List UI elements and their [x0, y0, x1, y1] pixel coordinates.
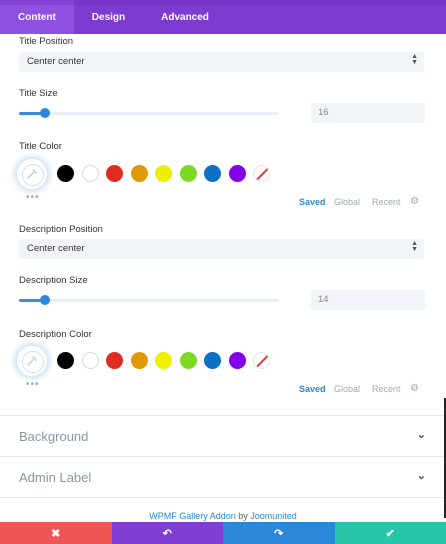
select-arrows-icon: ▲ ▼	[411, 240, 418, 253]
author-link[interactable]: Joomunited	[250, 511, 297, 521]
description-color-label: Description Color	[19, 329, 92, 340]
footer-by: by	[235, 511, 251, 521]
description-color-swatch[interactable]	[228, 352, 246, 369]
title-size-slider-thumb[interactable]	[39, 108, 50, 118]
title-color-swatch[interactable]	[81, 165, 99, 182]
title-size-slider[interactable]	[19, 108, 278, 118]
title-palette-saved[interactable]: Saved	[299, 197, 326, 207]
description-position-label: Description Position	[19, 224, 103, 235]
description-size-slider-thumb[interactable]	[39, 295, 50, 305]
description-color-swatch[interactable]	[81, 352, 99, 369]
description-color-more-icon[interactable]: •••	[26, 379, 40, 390]
close-icon: ✖	[51, 527, 61, 540]
title-color-swatch[interactable]	[155, 165, 172, 182]
title-palette-gear-icon[interactable]: ⚙	[410, 196, 419, 207]
description-size-input[interactable]: 14	[311, 290, 425, 310]
title-position-label: Title Position	[19, 36, 74, 47]
undo-button[interactable]: ↶	[111, 522, 223, 544]
tab-content[interactable]: Content	[0, 0, 74, 34]
description-palette-recent[interactable]: Recent	[372, 384, 401, 394]
description-position-select[interactable]: Center center ▲ ▼	[19, 239, 424, 259]
modal-action-bar: ✖ ↶ ↷ ✔	[0, 522, 446, 544]
title-color-swatch[interactable]	[228, 165, 246, 182]
title-color-swatch[interactable]	[130, 165, 148, 182]
title-size-label: Title Size	[19, 88, 58, 99]
description-color-swatch[interactable]	[204, 352, 221, 369]
tab-advanced[interactable]: Advanced	[143, 0, 227, 34]
background-section-title: Background	[19, 429, 89, 444]
description-color-picker[interactable]	[17, 346, 47, 376]
title-size-input[interactable]: 16	[311, 103, 425, 123]
title-color-swatch[interactable]	[179, 165, 197, 182]
description-palette-saved[interactable]: Saved	[299, 384, 326, 394]
title-color-no-color-icon[interactable]	[253, 165, 270, 182]
description-color-swatch[interactable]	[179, 352, 197, 369]
footer-credit: WPMF Gallery Addon by Joomunited	[0, 511, 446, 521]
description-size-slider[interactable]	[19, 295, 278, 305]
description-color-no-color-icon[interactable]	[253, 352, 270, 369]
select-arrows-icon: ▲ ▼	[411, 53, 418, 66]
admin-label-section-title: Admin Label	[19, 470, 92, 485]
tab-design[interactable]: Design	[74, 0, 143, 34]
description-palette-gear-icon[interactable]: ⚙	[410, 383, 419, 394]
title-color-picker[interactable]	[17, 159, 47, 189]
undo-icon: ↶	[162, 527, 172, 540]
redo-icon: ↷	[274, 527, 284, 540]
chevron-down-icon: ⌄	[416, 429, 426, 441]
check-icon: ✔	[385, 527, 395, 540]
description-color-swatch[interactable]	[57, 352, 74, 369]
description-color-swatch[interactable]	[106, 352, 123, 369]
eyedropper-icon	[27, 356, 37, 366]
title-position-select[interactable]: Center center ▲ ▼	[19, 52, 424, 72]
discard-button[interactable]: ✖	[0, 522, 112, 544]
eyedropper-icon	[27, 169, 37, 179]
title-color-swatch[interactable]	[57, 165, 74, 182]
redo-button[interactable]: ↷	[223, 522, 335, 544]
background-section-toggle[interactable]: Background ⌄	[0, 415, 446, 456]
description-position-value: Center center	[27, 243, 85, 254]
description-color-swatch[interactable]	[155, 352, 172, 369]
title-color-label: Title Color	[19, 141, 62, 152]
description-color-swatch[interactable]	[130, 352, 148, 369]
chevron-down-icon: ⌄	[416, 470, 426, 482]
tabs-top-edge	[0, 0, 446, 5]
admin-label-section-toggle[interactable]: Admin Label ⌄	[0, 456, 446, 497]
description-palette-global[interactable]: Global	[334, 384, 360, 394]
title-palette-global[interactable]: Global	[334, 197, 360, 207]
addon-link[interactable]: WPMF Gallery Addon	[149, 511, 236, 521]
description-size-label: Description Size	[19, 275, 88, 286]
section-divider	[0, 497, 446, 498]
save-button[interactable]: ✔	[334, 522, 446, 544]
title-color-swatch[interactable]	[106, 165, 123, 182]
title-color-more-icon[interactable]: •••	[26, 192, 40, 203]
title-position-value: Center center	[27, 56, 85, 67]
module-settings-tabs: Content Design Advanced	[0, 0, 446, 34]
title-palette-recent[interactable]: Recent	[372, 197, 401, 207]
title-color-swatch[interactable]	[204, 165, 221, 182]
